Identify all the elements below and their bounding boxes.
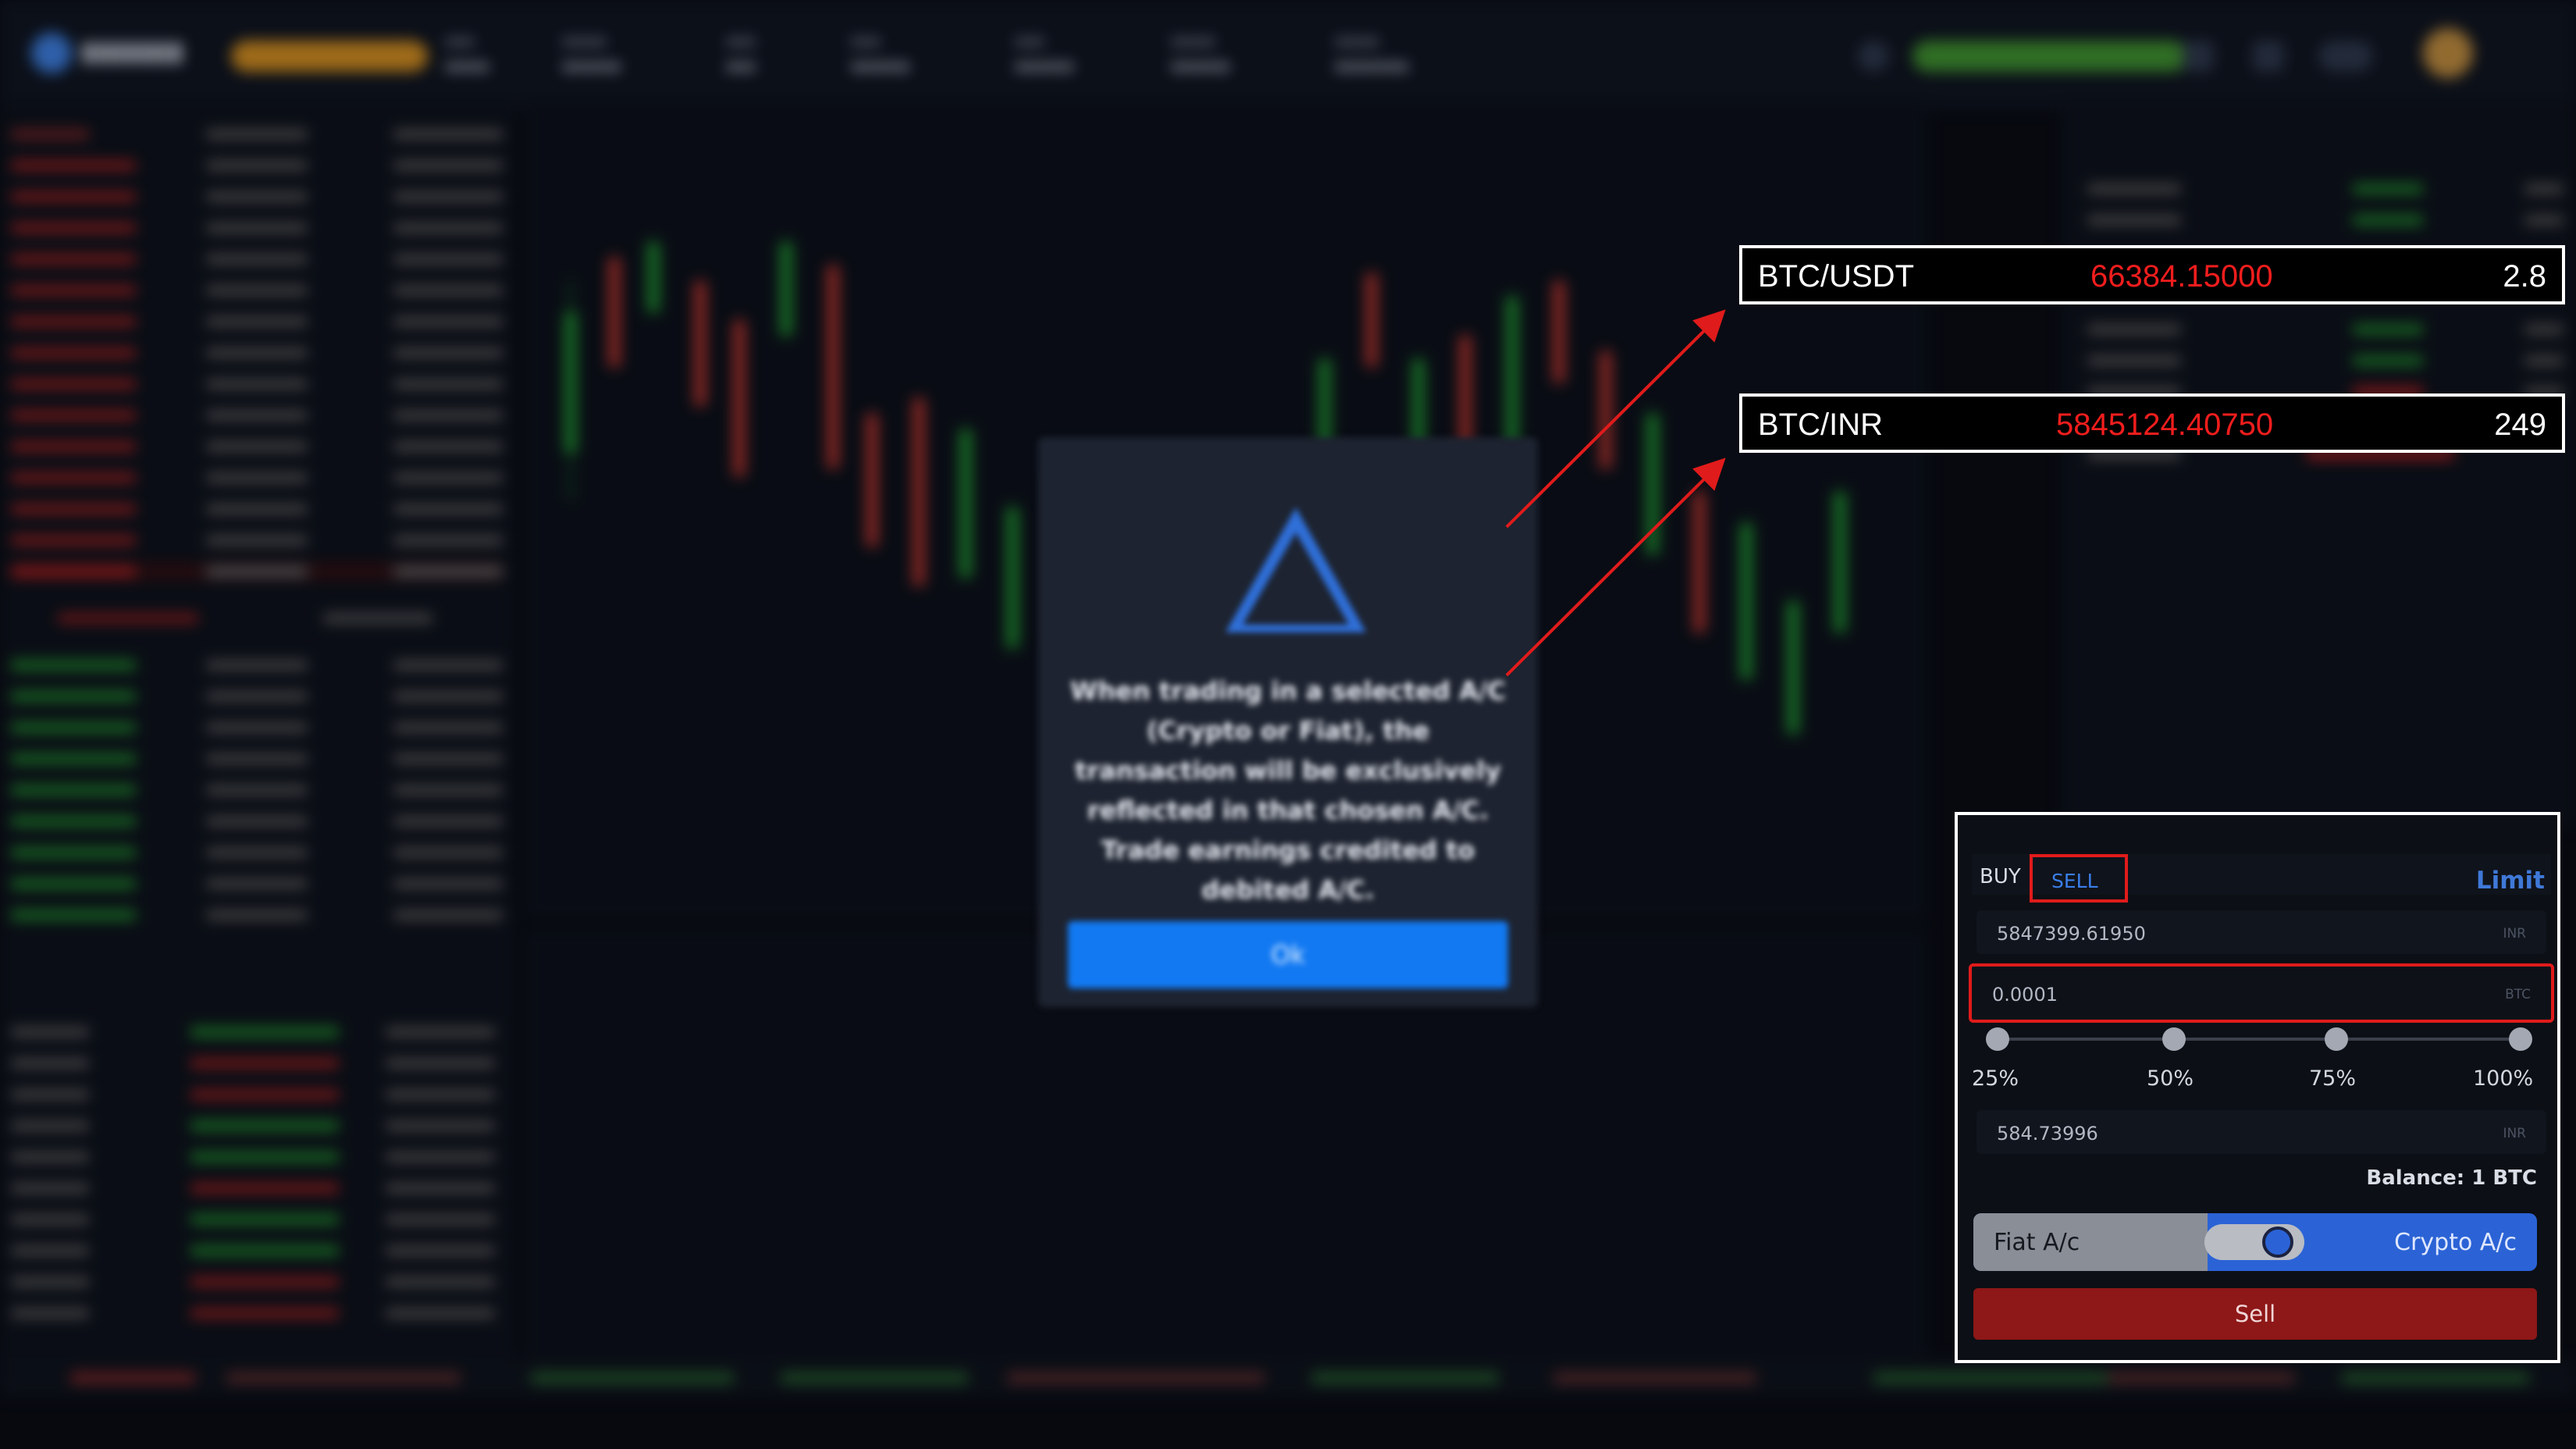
sell-button[interactable]: Sell [1973, 1288, 2537, 1340]
trade-form-panel: BUY SELL Limit 5847399.61950 INR 0.0001 … [1955, 812, 2560, 1363]
btc-usdt-callout: BTC/USDT 66384.15000 2.8 [1739, 245, 2565, 304]
volume-value: 249 [2494, 408, 2546, 442]
slider-stop-50[interactable] [2162, 1027, 2186, 1051]
tab-buy[interactable]: BUY [1980, 865, 2021, 888]
amount-input[interactable]: 0.0001 BTC [1969, 963, 2554, 1023]
toggle-switch[interactable] [2204, 1224, 2304, 1260]
trade-tabs: BUY SELL Limit [1972, 854, 2551, 903]
account-toggle[interactable]: Fiat A/c Crypto A/c [1973, 1213, 2537, 1271]
amount-value: 0.0001 [1992, 984, 2058, 1006]
price-unit: INR [2503, 926, 2526, 942]
fiat-account-label[interactable]: Fiat A/c [1994, 1229, 2080, 1256]
pair-label: BTC/INR [1758, 408, 1883, 442]
slider-label-75: 75% [2309, 1066, 2357, 1091]
price-value: 5847399.61950 [1997, 923, 2146, 945]
amount-slider-track[interactable] [1997, 1038, 2520, 1041]
total-value: 584.73996 [1997, 1123, 2098, 1145]
volume-value: 2.8 [2503, 259, 2546, 294]
crypto-account-label[interactable]: Crypto A/c [2394, 1229, 2517, 1256]
slider-stop-75[interactable] [2325, 1027, 2348, 1051]
amount-unit: BTC [2505, 987, 2531, 1002]
total-input[interactable]: 584.73996 INR [1976, 1110, 2546, 1154]
slider-label-100: 100% [2473, 1066, 2534, 1091]
slider-stop-25[interactable] [1986, 1027, 2009, 1051]
last-price: 66384.15000 [2090, 259, 2273, 294]
btc-inr-callout: BTC/INR 5845124.40750 249 [1739, 393, 2565, 453]
balance-text: Balance: 1 BTC [2366, 1166, 2537, 1190]
slider-label-50: 50% [2147, 1066, 2194, 1091]
total-unit: INR [2503, 1126, 2526, 1141]
slider-label-25: 25% [1972, 1066, 2019, 1091]
price-input[interactable]: 5847399.61950 INR [1976, 910, 2546, 954]
tab-sell[interactable]: SELL [2030, 854, 2128, 903]
order-type-selector[interactable]: Limit [2476, 867, 2545, 895]
slider-stop-100[interactable] [2509, 1027, 2532, 1051]
toggle-knob [2262, 1226, 2293, 1258]
last-price: 5845124.40750 [2056, 408, 2274, 442]
pair-label: BTC/USDT [1758, 259, 1914, 294]
tab-sell-label: SELL [2051, 870, 2098, 892]
